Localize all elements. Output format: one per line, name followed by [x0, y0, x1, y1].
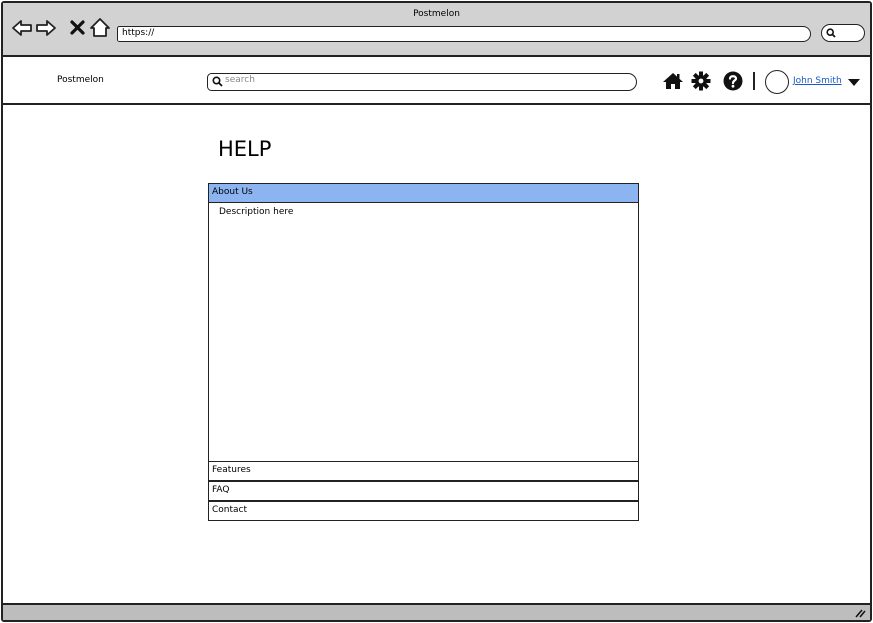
section-features[interactable]: Features	[208, 461, 639, 481]
section-contact[interactable]: Contact	[208, 501, 639, 521]
close-icon[interactable]	[67, 17, 89, 39]
browser-titlebar: Postmelon https://	[3, 3, 870, 57]
section-about-us[interactable]: About Us	[208, 183, 639, 203]
home-icon[interactable]	[662, 70, 684, 92]
url-text: https://	[122, 28, 155, 38]
section-label: Features	[212, 465, 251, 475]
window-title: Postmelon	[413, 9, 460, 19]
header-divider	[753, 72, 755, 90]
url-input[interactable]: https://	[117, 26, 811, 42]
section-label: FAQ	[212, 485, 230, 495]
browser-window: Postmelon https:// Postmelon search John…	[1, 1, 872, 622]
status-bar	[3, 603, 870, 620]
section-label: Contact	[212, 505, 248, 515]
arrow-left-icon[interactable]	[11, 17, 33, 39]
section-about-us-panel: Description here	[208, 203, 639, 461]
section-description: Description here	[219, 207, 294, 217]
search-icon	[826, 28, 836, 38]
section-faq[interactable]: FAQ	[208, 481, 639, 501]
section-label: About Us	[212, 187, 253, 197]
page-title: HELP	[218, 137, 272, 161]
help-icon[interactable]	[722, 70, 744, 92]
help-accordion: About Us Description here Features FAQ C…	[208, 183, 639, 521]
chevron-down-icon[interactable]	[848, 79, 860, 86]
user-name-link[interactable]: John Smith	[793, 76, 842, 86]
browser-search-button[interactable]	[821, 24, 865, 42]
search-input[interactable]: search	[207, 73, 637, 91]
brand-label[interactable]: Postmelon	[57, 75, 104, 85]
app-header: Postmelon search John Smith	[3, 59, 870, 105]
search-icon	[212, 76, 223, 87]
home-outline-icon[interactable]	[89, 17, 111, 39]
gear-icon[interactable]	[690, 70, 712, 92]
arrow-right-icon[interactable]	[35, 17, 57, 39]
resize-grip-icon[interactable]	[854, 608, 866, 618]
avatar[interactable]	[765, 70, 789, 94]
search-placeholder: search	[225, 75, 255, 85]
